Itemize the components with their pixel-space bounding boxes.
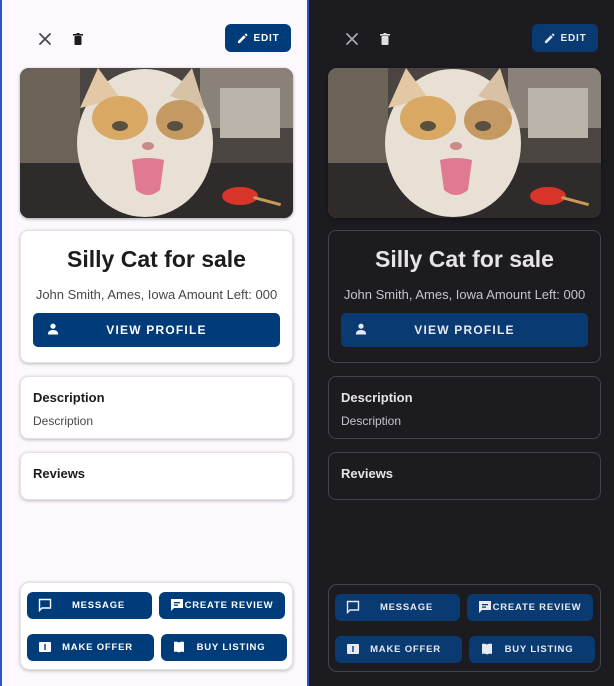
delete-button[interactable] — [373, 27, 397, 51]
close-icon — [39, 33, 51, 45]
view-profile-label: VIEW PROFILE — [106, 323, 207, 337]
close-icon — [346, 33, 358, 45]
delete-button[interactable] — [66, 27, 90, 51]
message-label: MESSAGE — [71, 600, 126, 611]
buy-listing-button[interactable]: BUY LISTING — [469, 636, 595, 663]
chat-outline-icon — [38, 598, 52, 612]
close-button[interactable] — [340, 27, 364, 51]
make-offer-button[interactable]: MAKE OFFER — [335, 636, 462, 663]
chat-outline-icon — [346, 600, 360, 614]
message-button[interactable]: MESSAGE — [27, 592, 152, 619]
listing-subtitle: John Smith, Ames, Iowa Amount Left: 000 — [35, 287, 278, 302]
pencil-icon — [237, 32, 248, 43]
description-card: Description Description — [20, 376, 293, 439]
buy-listing-label: BUY LISTING — [504, 644, 574, 655]
description-text: Description — [33, 414, 94, 428]
pencil-icon — [544, 32, 555, 43]
listing-summary-card: Silly Cat for sale John Smith, Ames, Iow… — [20, 230, 293, 363]
delete-icon — [380, 33, 390, 45]
listing-summary-card: Silly Cat for sale John Smith, Ames, Iow… — [328, 230, 601, 363]
make-offer-label: MAKE OFFER — [370, 644, 441, 655]
description-heading: Description — [341, 390, 413, 405]
review-icon — [171, 599, 183, 611]
view-profile-button[interactable]: VIEW PROFILE — [33, 313, 280, 347]
reviews-heading: Reviews — [33, 466, 86, 481]
create-review-button[interactable]: CREATE REVIEW — [159, 592, 285, 619]
listing-title: Silly Cat for sale — [67, 246, 246, 272]
make-offer-label: MAKE OFFER — [62, 642, 133, 653]
reviews-heading: Reviews — [341, 466, 394, 481]
close-button[interactable] — [33, 27, 57, 51]
message-label: MESSAGE — [379, 602, 434, 613]
create-review-label: CREATE REVIEW — [492, 602, 582, 613]
action-bar: MESSAGE CREATE REVIEW MAKE OFFER BUY LIS… — [328, 584, 601, 672]
listing-subtitle: John Smith, Ames, Iowa Amount Left: 000 — [343, 287, 586, 302]
message-button[interactable]: MESSAGE — [335, 594, 460, 621]
edit-button[interactable]: EDIT — [225, 24, 291, 52]
person-icon — [355, 323, 367, 335]
listing-title: Silly Cat for sale — [375, 246, 554, 272]
view-profile-button[interactable]: VIEW PROFILE — [341, 313, 588, 347]
delete-icon — [73, 33, 83, 45]
buy-listing-button[interactable]: BUY LISTING — [161, 634, 287, 661]
description-text: Description — [341, 414, 402, 428]
edit-label: EDIT — [560, 32, 587, 44]
top-toolbar: EDIT — [2, 24, 307, 52]
reviews-card: Reviews — [328, 452, 601, 500]
review-icon — [479, 601, 491, 613]
create-review-button[interactable]: CREATE REVIEW — [467, 594, 593, 621]
description-heading: Description — [33, 390, 105, 405]
listing-photo — [20, 68, 293, 218]
book-icon — [482, 643, 492, 655]
reviews-card: Reviews — [20, 452, 293, 500]
action-bar: MESSAGE CREATE REVIEW MAKE OFFER BUY LIS… — [20, 582, 293, 670]
person-icon — [47, 323, 59, 335]
top-toolbar: EDIT — [309, 24, 614, 52]
offer-icon — [347, 644, 359, 654]
listing-photo — [328, 68, 601, 218]
edit-button[interactable]: EDIT — [532, 24, 598, 52]
create-review-label: CREATE REVIEW — [184, 600, 274, 611]
offer-icon — [39, 642, 51, 652]
view-profile-label: VIEW PROFILE — [414, 323, 515, 337]
make-offer-button[interactable]: MAKE OFFER — [27, 634, 154, 661]
dark-theme-panel: EDIT Silly Cat for sale John Smith, Ames… — [307, 0, 614, 686]
buy-listing-label: BUY LISTING — [196, 642, 266, 653]
edit-label: EDIT — [253, 32, 280, 44]
light-theme-panel: EDIT Silly Cat for sale John Smith, Ames… — [0, 0, 307, 686]
description-card: Description Description — [328, 376, 601, 439]
book-icon — [174, 641, 184, 653]
